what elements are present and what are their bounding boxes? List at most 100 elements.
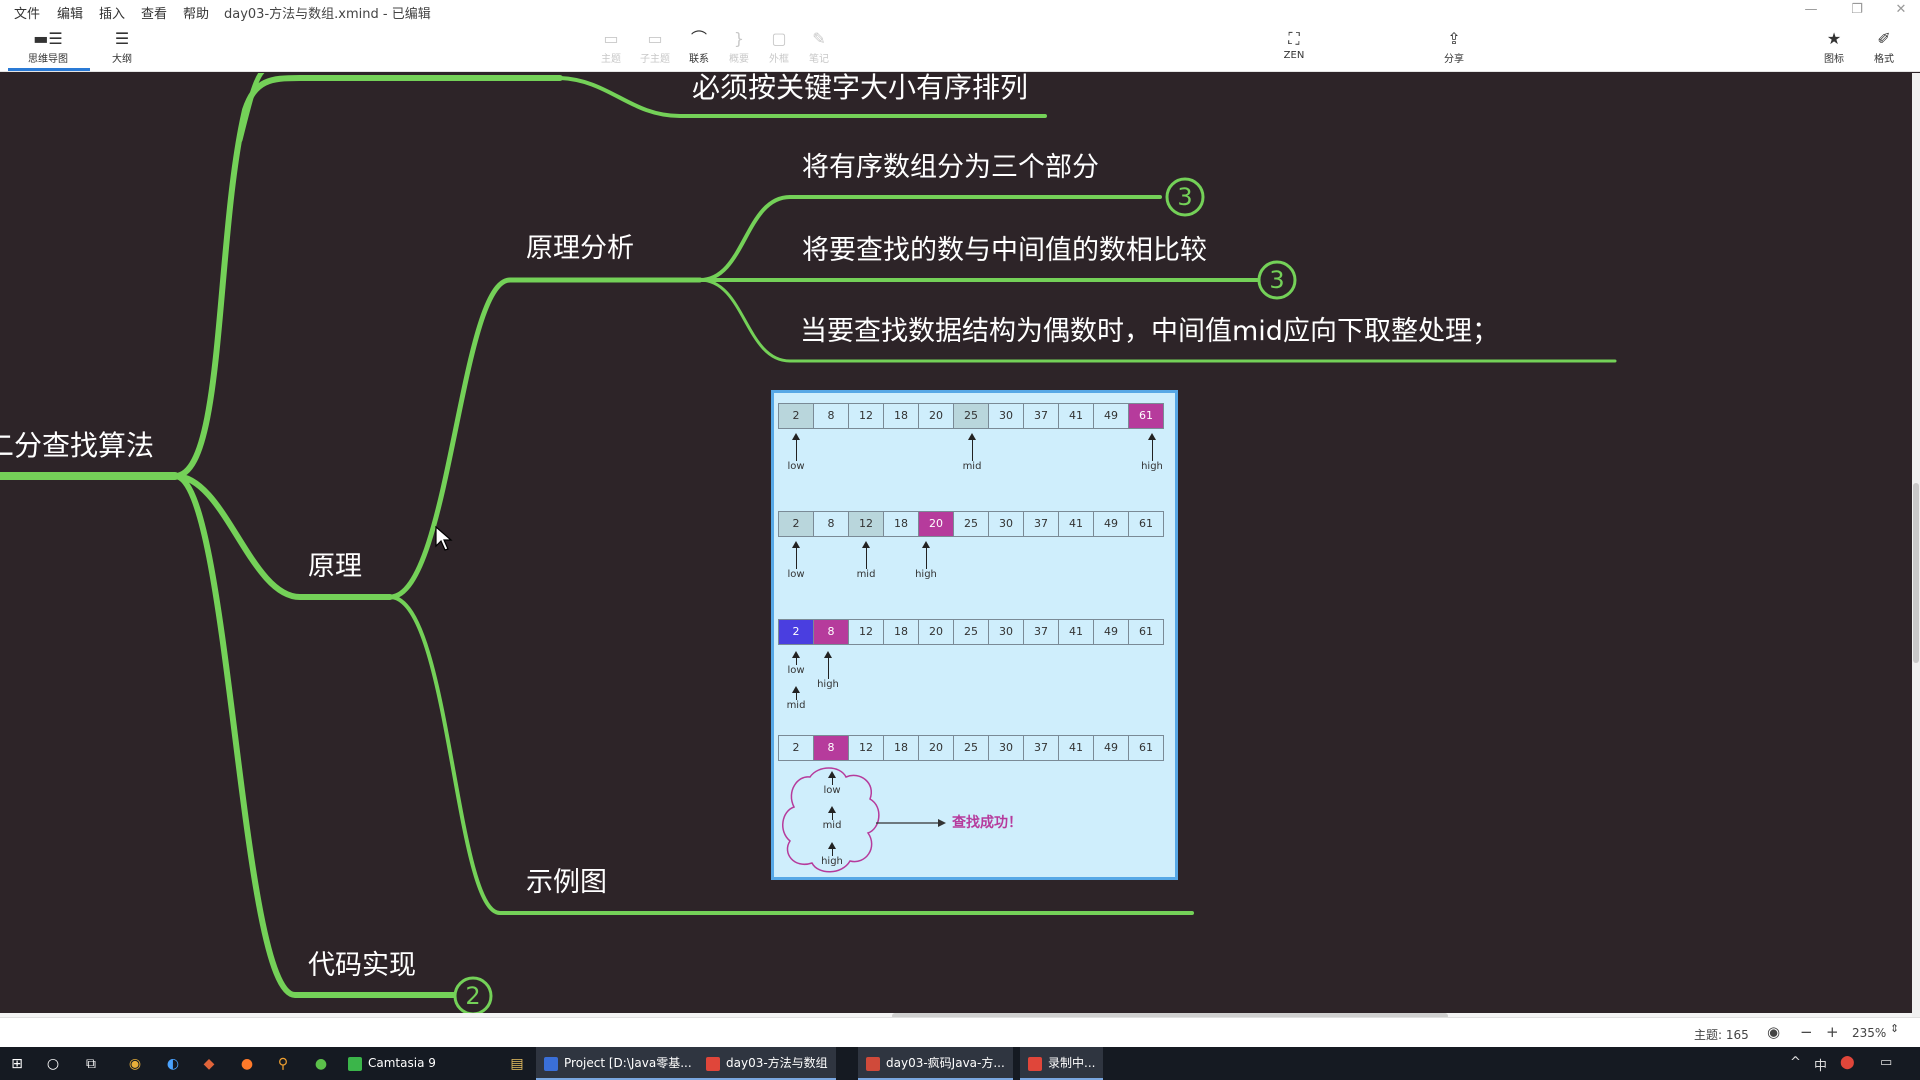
menu-edit[interactable]: 编辑 [57,3,83,22]
ime-indicator[interactable]: 中 [1814,1055,1827,1074]
array-cell: 30 [988,735,1024,761]
array-cell: 61 [1128,619,1164,645]
badge-count-code[interactable]: 2 [465,982,480,1010]
topic-split-three-parts[interactable]: 将有序数组分为三个部分 [802,152,1099,183]
xmind-icon [706,1057,720,1071]
taskbar-app-label: day03-疯码Java-方... [886,1056,1005,1070]
mouse-cursor-icon [435,526,453,551]
menu-view[interactable]: 查看 [141,3,167,22]
array-cell: 2 [778,511,814,537]
taskbar-app-powerpoint[interactable]: day03-疯码Java-方... [858,1047,1013,1080]
windows-start-icon[interactable]: ⊞ [6,1053,28,1075]
format-brush-icon: ✐ [1877,29,1891,48]
tray-app-icon[interactable]: ⬤ [1840,1055,1855,1070]
badge-count-2[interactable]: 3 [1269,266,1284,294]
array-row-3: 2 8 12 18 20 25 30 37 41 49 61 [778,619,1164,645]
zoom-out-icon[interactable]: − [1800,1023,1813,1041]
array-cell: 8 [813,511,849,537]
array-row-4: 2 8 12 18 20 25 30 37 41 49 61 [778,735,1164,761]
relationship-button-label: 联系 [689,54,709,65]
zoom-in-icon[interactable]: + [1826,1023,1839,1041]
topic-example-figure[interactable]: 示例图 [526,867,607,898]
topic-principle[interactable]: 原理 [308,551,362,582]
topic-compare-middle[interactable]: 将要查找的数与中间值的数相比较 [802,235,1207,266]
array-cell: 49 [1093,735,1129,761]
pointer-high: high [906,541,946,580]
vertical-scrollbar-thumb[interactable] [1913,483,1919,663]
outline-view-tab[interactable]: ☰ 大纲 [96,28,148,65]
array-cell: 30 [988,511,1024,537]
menu-file[interactable]: 文件 [14,3,40,22]
zen-button-label: ZEN [1283,50,1305,61]
array-cell: 25 [953,511,989,537]
vertical-scrollbar[interactable] [1912,73,1920,1017]
restore-button[interactable]: ❐ [1842,2,1872,17]
array-row-2: 2 8 12 18 20 25 30 37 41 49 61 [778,511,1164,537]
status-bar: 主题: 165 ◉ − + 235% ⇕ [0,1017,1920,1047]
minimize-button[interactable]: — [1796,2,1826,17]
pointer-high: high [812,842,852,867]
array-row-1: 2 8 12 18 20 25 30 37 41 49 61 [778,403,1164,429]
outline-view-label: 大纲 [112,54,132,65]
topic-principle-analysis[interactable]: 原理分析 [526,233,634,264]
root-topic[interactable]: 二分查找算法 [0,429,154,462]
array-cell: 49 [1093,511,1129,537]
taskbar-app-recorder[interactable]: 录制中... [1020,1047,1104,1080]
array-cell: 8 [813,403,849,429]
green-app-icon[interactable]: ● [310,1053,332,1075]
firefox-icon[interactable]: ● [236,1053,258,1075]
binary-search-example-image[interactable]: 2 8 12 18 20 25 30 37 41 49 61 low mid h… [771,390,1178,880]
menu-help[interactable]: 帮助 [183,3,209,22]
taskbar-app-intellij[interactable]: Project [D:\Java零基... [536,1047,700,1080]
zoom-stepper-icon[interactable]: ⇕ [1890,1022,1899,1035]
note-button[interactable]: ✎ 笔记 [793,28,845,65]
pointer-high: high [808,651,848,690]
icon-panel-button[interactable]: ★ 图标 [1808,28,1860,65]
zen-fullscreen-icon: ⛶ [1288,29,1300,48]
topic-button-label: 主题 [601,54,621,65]
taskbar-app-xmind[interactable]: day03-方法与数组 [698,1047,836,1080]
notification-icon[interactable]: ▭ [1880,1055,1892,1070]
taskbar-app-label: Project [D:\Java零基... [564,1056,692,1070]
array-cell: 12 [848,619,884,645]
menu-insert[interactable]: 插入 [99,3,125,22]
topic-ordered-requirement[interactable]: 必须按关键字大小有序排列 [692,73,1028,104]
qq-browser-icon[interactable]: ◐ [162,1053,184,1075]
mindmap-view-tab[interactable]: ▬☰ 思维导图 [22,28,74,65]
format-panel-button[interactable]: ✐ 格式 [1858,28,1910,65]
array-cell: 20 [918,511,954,537]
array-cell: 61 [1128,403,1164,429]
search-tool-icon[interactable]: ⚲ [272,1053,294,1075]
taskbar-app-camtasia[interactable]: Camtasia 9 [340,1047,444,1080]
array-cell: 25 [953,403,989,429]
array-cell: 25 [953,735,989,761]
array-cell: 61 [1128,511,1164,537]
note-icon: ✎ [812,29,826,48]
array-cell: 18 [883,403,919,429]
file-explorer-icon[interactable]: ▤ [506,1053,528,1075]
close-button[interactable]: ✕ [1886,2,1916,17]
share-upload-icon: ⇪ [1447,29,1461,48]
eye-icon[interactable]: ◉ [1767,1023,1780,1041]
camtasia-icon [348,1057,362,1071]
zoom-level[interactable]: 235% [1852,1026,1886,1040]
array-cell: 20 [918,403,954,429]
array-cell: 8 [813,735,849,761]
badge-count-1[interactable]: 3 [1177,183,1192,211]
tray-expand-icon[interactable]: ^ [1790,1055,1801,1070]
topic-even-floor-mid[interactable]: 当要查找数据结构为偶数时，中间值mid应向下取整处理； [800,316,1499,347]
array-cell: 49 [1093,619,1129,645]
zen-button[interactable]: ⛶ ZEN [1268,28,1320,61]
array-cell: 2 [778,619,814,645]
array-cell: 41 [1058,511,1094,537]
app-icon[interactable]: ◆ [198,1053,220,1075]
share-button[interactable]: ⇪ 分享 [1428,28,1480,65]
task-view-icon[interactable]: ⧉ [80,1053,102,1075]
chrome-icon[interactable]: ◉ [124,1053,146,1075]
powerpoint-icon [866,1057,880,1071]
pointer-high: high [1132,433,1172,472]
search-circle-icon[interactable]: ○ [42,1053,64,1075]
array-cell: 49 [1093,403,1129,429]
topic-code-implementation[interactable]: 代码实现 [308,950,416,981]
taskbar-app-label: day03-方法与数组 [726,1056,828,1070]
